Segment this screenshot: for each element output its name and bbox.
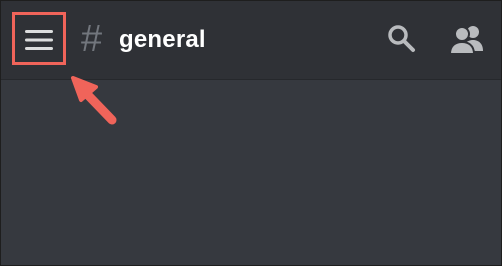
menu-button[interactable] [15,17,63,63]
channel-header: # general [1,1,501,80]
channel-hash-icon: # [81,18,103,60]
members-button[interactable] [448,23,485,55]
hamburger-menu-icon [25,30,53,50]
members-icon [448,26,483,55]
search-button[interactable] [386,23,418,55]
message-area [1,80,501,265]
search-icon [388,25,415,52]
app-window: # general [0,0,502,266]
channel-title: general [119,26,206,53]
